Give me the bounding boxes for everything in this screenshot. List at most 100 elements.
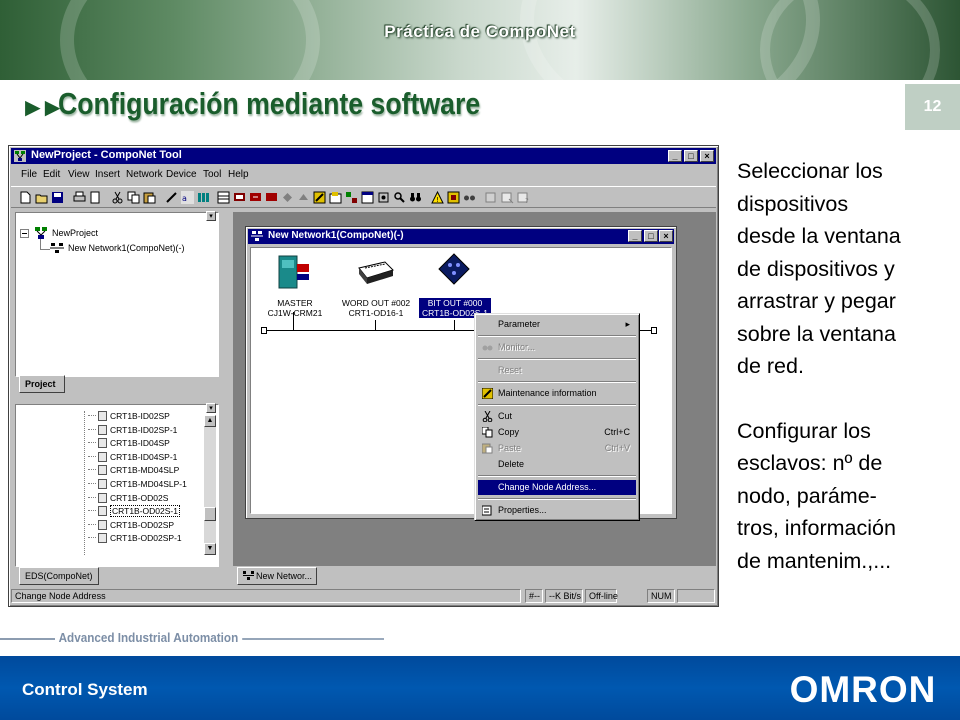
- ctx-cut[interactable]: Cut: [478, 409, 636, 424]
- device-label-master: MASTER CJ1W-CRM21: [265, 298, 325, 318]
- ctx-monitor[interactable]: Monitor...: [478, 340, 636, 355]
- minimize-button[interactable]: _: [668, 150, 682, 162]
- tree-network-item[interactable]: New Network1(CompoNet)(-): [68, 243, 185, 253]
- menu-help[interactable]: Help: [228, 169, 249, 180]
- maintenance-icon[interactable]: [313, 191, 326, 204]
- master-unit-icon[interactable]: [273, 252, 313, 292]
- print-icon[interactable]: [73, 191, 86, 204]
- parameter-icon[interactable]: [329, 191, 342, 204]
- device-word-out-name: WORD OUT #002: [341, 298, 411, 308]
- list-view-icon[interactable]: [485, 191, 498, 204]
- eds-list-item[interactable]: CRT1B-ID04SP-1: [88, 451, 177, 462]
- settings-icon[interactable]: [377, 191, 390, 204]
- print-preview-icon[interactable]: [89, 191, 102, 204]
- toolbar: a ! ?: [11, 186, 716, 208]
- ctx-reset[interactable]: Reset: [478, 363, 636, 378]
- tree-connector: [88, 537, 96, 539]
- banner-title: Práctica de CompoNet: [384, 22, 576, 41]
- diamond-right-icon[interactable]: [297, 191, 310, 204]
- tree-connector: [88, 496, 96, 498]
- find-icon[interactable]: [393, 191, 406, 204]
- eds-pane-minimize-icon[interactable]: ▾: [206, 403, 216, 413]
- warning-icon[interactable]: !: [431, 191, 444, 204]
- menu-network[interactable]: Network: [126, 169, 163, 180]
- report-icon[interactable]: [501, 191, 514, 204]
- output-terminal-icon[interactable]: [355, 258, 395, 288]
- eds-list-item[interactable]: CRT1B-OD02SP-1: [88, 533, 182, 544]
- eds-list-item[interactable]: CRT1B-ID02SP: [88, 411, 170, 421]
- upload-icon[interactable]: [165, 191, 178, 204]
- scroll-up-icon[interactable]: ▲: [204, 415, 216, 427]
- maximize-button[interactable]: □: [684, 150, 698, 162]
- net-maximize-button[interactable]: □: [644, 230, 658, 242]
- paste-icon[interactable]: [143, 191, 156, 204]
- open-folder-icon[interactable]: [35, 191, 48, 204]
- new-file-icon[interactable]: [19, 191, 32, 204]
- pane-minimize-icon[interactable]: ▾: [206, 211, 216, 221]
- context-menu: Parameter ▸ Monitor... Reset Maintenance …: [474, 313, 640, 521]
- slave-device-icon: [98, 451, 107, 462]
- net-minimize-button[interactable]: _: [628, 230, 642, 242]
- menu-view[interactable]: View: [68, 169, 90, 180]
- ctx-properties-label: Properties...: [498, 505, 547, 515]
- help-icon[interactable]: ?: [517, 191, 530, 204]
- tab-eds[interactable]: EDS(CompoNet): [19, 567, 99, 585]
- eds-list-item[interactable]: CRT1B-OD02SP: [88, 519, 174, 530]
- device-monitor-icon[interactable]: [233, 191, 246, 204]
- monitor-icon[interactable]: [447, 191, 460, 204]
- search-device-icon[interactable]: [463, 191, 476, 204]
- network-config-icon[interactable]: [197, 191, 210, 204]
- bit-slave-icon[interactable]: [437, 252, 471, 286]
- eds-list-item[interactable]: CRT1B-OD02S-1: [88, 505, 180, 518]
- io-table-icon[interactable]: [217, 191, 230, 204]
- ctx-parameter-label: Parameter: [498, 319, 541, 329]
- eds-list-item[interactable]: CRT1B-MD04SLP: [88, 465, 179, 476]
- tab-project[interactable]: Project: [19, 375, 65, 393]
- ctx-delete[interactable]: Delete: [478, 457, 636, 472]
- app-titlebar[interactable]: NewProject - CompoNet Tool _ □ ×: [11, 148, 716, 164]
- scroll-thumb[interactable]: [204, 507, 216, 521]
- upload-device-icon[interactable]: [265, 191, 278, 204]
- tree-root-project[interactable]: NewProject: [52, 228, 98, 238]
- pointer-icon[interactable]: a: [181, 191, 194, 204]
- close-button[interactable]: ×: [700, 150, 714, 162]
- eds-list-item[interactable]: CRT1B-ID02SP-1: [88, 424, 177, 435]
- ctx-paste[interactable]: Paste Ctrl+V: [478, 441, 636, 456]
- ctx-separator: [478, 498, 636, 500]
- eds-list-item[interactable]: CRT1B-MD04SLP-1: [88, 479, 187, 489]
- network-window-titlebar[interactable]: New Network1(CompoNet)(-) _ □ ×: [248, 229, 674, 244]
- menu-insert[interactable]: Insert: [95, 169, 120, 180]
- binoculars-icon[interactable]: [409, 191, 422, 204]
- tab-network[interactable]: New Networ...: [237, 567, 317, 585]
- menu-device[interactable]: Device: [166, 169, 197, 180]
- eds-list-item[interactable]: CRT1B-ID04SP: [88, 438, 170, 449]
- menu-edit[interactable]: Edit: [43, 169, 60, 180]
- ctx-maintenance[interactable]: Maintenance information: [478, 386, 636, 401]
- status-bar: Change Node Address #-- --K Bit/s Off-li…: [11, 588, 716, 604]
- window-icon[interactable]: [361, 191, 374, 204]
- scroll-down-icon[interactable]: ▼: [204, 543, 216, 555]
- cut-icon: [482, 411, 493, 422]
- copy-icon[interactable]: [127, 191, 140, 204]
- maintenance-icon: [482, 388, 493, 399]
- ctx-copy-label: Copy: [498, 427, 520, 437]
- cut-icon[interactable]: [111, 191, 124, 204]
- slave-device-icon: [98, 506, 107, 517]
- ctx-change-node-address[interactable]: Change Node Address...: [478, 480, 636, 495]
- save-icon[interactable]: [51, 191, 64, 204]
- ctx-copy[interactable]: Copy Ctrl+C: [478, 425, 636, 440]
- ctx-parameter[interactable]: Parameter ▸: [478, 317, 636, 332]
- menu-file[interactable]: File: [21, 169, 37, 180]
- eds-scrollbar[interactable]: ▲ ▼: [204, 415, 216, 555]
- tree-collapse-icon[interactable]: [20, 229, 29, 238]
- eds-list-item[interactable]: CRT1B-OD02S: [88, 492, 168, 503]
- ctx-paste-label: Paste: [498, 443, 522, 453]
- download-icon[interactable]: [249, 191, 262, 204]
- ctx-properties[interactable]: Properties...: [478, 503, 636, 518]
- menu-tool[interactable]: Tool: [203, 169, 221, 180]
- compare-icon[interactable]: [345, 191, 358, 204]
- tree-connector: [88, 523, 96, 525]
- slide-title: Configuración mediante software: [58, 86, 481, 121]
- net-close-button[interactable]: ×: [659, 230, 673, 242]
- diamond-left-icon[interactable]: [281, 191, 294, 204]
